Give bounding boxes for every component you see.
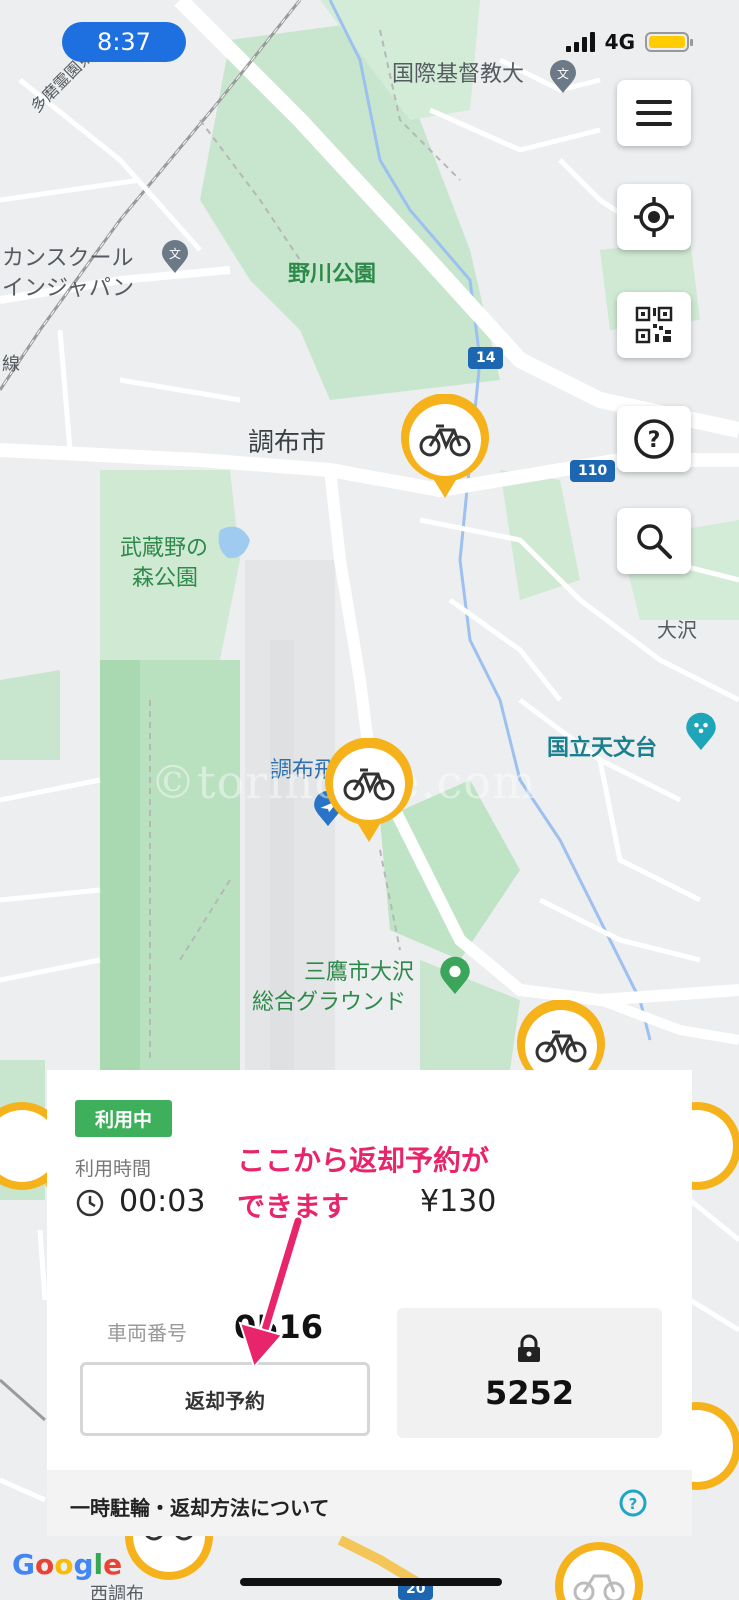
map-label-university: 国際基督教大 <box>392 62 525 87</box>
return-help-link[interactable]: 一時駐輪・返却方法について ? <box>47 1470 692 1536</box>
bike-station-pin[interactable] <box>398 394 492 500</box>
map-label-nogawa-park: 野川公園 <box>288 262 377 287</box>
map-label-observatory: 国立天文台 <box>547 736 658 761</box>
google-logo: Google <box>12 1548 123 1581</box>
lock-code: 5252 <box>484 1374 575 1412</box>
help-icon: ? <box>634 419 674 459</box>
map-label-city: 調布市 <box>248 428 327 458</box>
bike-station-pin[interactable] <box>322 738 416 844</box>
status-time: 8:37 <box>62 22 186 62</box>
search-button[interactable] <box>617 508 691 574</box>
map-label-ground: 三鷹市大沢 <box>304 960 415 985</box>
observatory-poi-icon[interactable] <box>684 712 718 752</box>
usage-time-label: 利用時間 <box>75 1158 152 1180</box>
svg-text:文: 文 <box>169 246 181 261</box>
locate-icon <box>634 197 674 237</box>
status-badge: 利用中 <box>75 1100 173 1137</box>
menu-icon <box>636 100 672 126</box>
university-poi-icon[interactable]: 文 <box>548 60 578 94</box>
return-reservation-button[interactable]: 返却予約 <box>80 1362 370 1436</box>
help-button[interactable]: ? <box>617 406 691 472</box>
network-type: 4G <box>604 30 635 54</box>
svg-text:?: ? <box>629 1495 638 1513</box>
qr-scan-button[interactable] <box>617 292 691 358</box>
help-circle-icon: ? <box>619 1489 647 1517</box>
app-screen: 国際基督教大 カンスクール インジャパン 野川公園 調布市 武蔵野の 森公園 大… <box>0 0 739 1600</box>
clock-icon <box>76 1189 104 1217</box>
svg-text:?: ? <box>648 428 661 453</box>
map-label-ground-2: 総合グラウンド <box>252 990 407 1015</box>
vehicle-number-label: 車両番号 <box>107 1321 187 1345</box>
map-label-musashino-park-2: 森公園 <box>132 566 199 591</box>
current-location-button[interactable] <box>617 184 691 250</box>
map-label-osawa: 大沢 <box>657 618 697 642</box>
map-label-school-2: インジャパン <box>2 276 135 301</box>
road-shield-14: 14 <box>468 347 504 369</box>
road-shield-110: 110 <box>570 460 616 482</box>
signal-icon <box>565 32 595 52</box>
elapsed-time: 00:03 <box>119 1184 206 1219</box>
map-label-school: カンスクール <box>2 246 134 271</box>
home-indicator[interactable] <box>240 1578 502 1586</box>
qr-code-icon <box>635 306 673 344</box>
annotation-line-1: ここから返却予約が <box>237 1144 490 1177</box>
map-label-rail-line: 線 <box>2 354 20 375</box>
bike-station-pin[interactable] <box>552 1540 646 1600</box>
battery-icon <box>645 32 693 52</box>
ground-poi-icon[interactable] <box>438 956 472 996</box>
svg-text:文: 文 <box>557 66 569 81</box>
lock-icon <box>518 1334 540 1362</box>
search-icon <box>637 524 672 559</box>
menu-button[interactable] <box>617 80 691 146</box>
school-poi-icon[interactable]: 文 <box>160 240 190 274</box>
return-help-text: 一時駐輪・返却方法について <box>70 1496 330 1520</box>
annotation-arrow-icon <box>238 1215 304 1369</box>
map-label-musashino-park: 武蔵野の <box>120 536 209 561</box>
status-indicators: 4G <box>565 30 693 54</box>
lock-code-box[interactable]: 5252 <box>397 1308 662 1438</box>
